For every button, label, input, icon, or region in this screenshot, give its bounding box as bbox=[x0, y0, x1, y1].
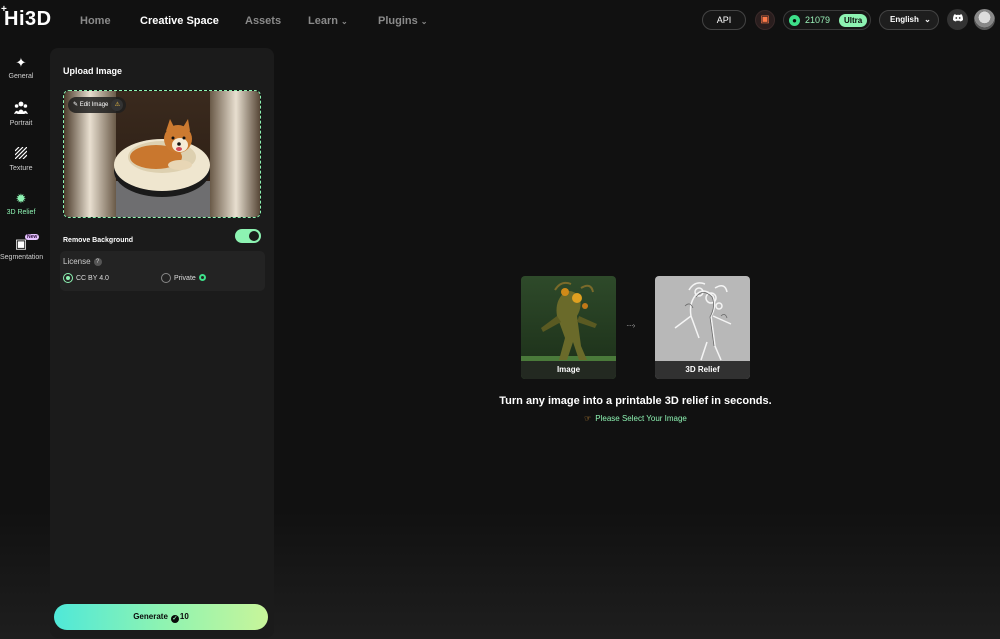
generate-button[interactable]: Generate ✓ 10 bbox=[54, 604, 268, 630]
relief-icon: ✹ bbox=[15, 191, 27, 206]
api-button[interactable]: API bbox=[702, 10, 746, 30]
chevron-down-icon: ⌄ bbox=[420, 17, 428, 26]
upload-dropzone[interactable]: ✎ Edit Image ⚠ bbox=[63, 90, 261, 218]
credit-coin-icon bbox=[198, 274, 206, 281]
nav-plugins[interactable]: Plugins ⌄ bbox=[378, 15, 427, 27]
credit-count: 21079 bbox=[805, 15, 831, 25]
select-image-hint[interactable]: ☞ Please Select Your Image bbox=[540, 414, 731, 423]
help-icon[interactable]: ? bbox=[93, 258, 102, 266]
hi3d-logo[interactable]: + Hi3D bbox=[1, 4, 52, 31]
example-image-card: Image bbox=[521, 276, 616, 379]
credit-coin-icon: ✓ bbox=[170, 615, 179, 623]
remove-background-toggle[interactable] bbox=[235, 229, 261, 243]
license-private[interactable]: Private bbox=[161, 273, 206, 284]
new-badge: New bbox=[25, 234, 40, 240]
sparkle-icon: ✦ bbox=[15, 55, 27, 70]
nav-learn[interactable]: Learn ⌄ bbox=[308, 15, 348, 27]
top-bar: + Hi3D Home Creative Space Assets Learn ⌄… bbox=[0, 0, 1000, 44]
plan-badge: Ultra bbox=[839, 14, 868, 27]
gift-icon[interactable]: ▣ bbox=[755, 10, 775, 30]
arrow-icon: ····› bbox=[626, 321, 635, 330]
chevron-down-icon: ⌄ bbox=[340, 17, 348, 26]
headline: Turn any image into a printable 3D relie… bbox=[499, 395, 772, 407]
rail-segmentation[interactable]: ▣ New Segmentation bbox=[0, 234, 43, 261]
relief-card-label: 3D Relief bbox=[655, 361, 750, 379]
logo-text: Hi3D bbox=[4, 8, 52, 30]
discord-icon[interactable] bbox=[947, 9, 968, 30]
remove-background-label: Remove Background bbox=[63, 237, 134, 244]
rail-3d-relief[interactable]: ✹ 3D Relief bbox=[0, 191, 42, 217]
rail-general[interactable]: ✦ General bbox=[0, 55, 42, 81]
chevron-down-icon: ⌄ bbox=[924, 15, 931, 24]
credit-coin-icon: ● bbox=[789, 15, 800, 26]
texture-icon bbox=[0, 146, 42, 162]
nav-home[interactable]: Home bbox=[80, 15, 111, 27]
license-title: License? bbox=[63, 257, 102, 266]
license-cc-by[interactable]: CC BY 4.0 bbox=[63, 273, 109, 284]
image-card-label: Image bbox=[521, 361, 616, 379]
radio-unchecked[interactable] bbox=[161, 273, 171, 283]
people-icon bbox=[0, 101, 42, 117]
language-label: English bbox=[890, 15, 919, 24]
nav-creative-space[interactable]: Creative Space bbox=[140, 15, 219, 27]
settings-panel: Upload Image ✎ Edit Image ⚠ Remove Backg… bbox=[50, 48, 274, 638]
remove-background-row: Remove Background bbox=[63, 229, 261, 244]
logo-plus: + bbox=[1, 4, 8, 15]
upload-title: Upload Image bbox=[63, 66, 123, 76]
pointing-hand-icon: ☞ bbox=[584, 414, 592, 423]
edit-image-button[interactable]: ✎ Edit Image ⚠ bbox=[68, 97, 127, 113]
avatar[interactable] bbox=[974, 9, 995, 30]
magic-tool-icon[interactable]: ⚠ bbox=[111, 99, 124, 111]
license-section: License? CC BY 4.0 Private bbox=[60, 251, 265, 291]
rail-texture[interactable]: Texture bbox=[0, 146, 42, 172]
nav-assets[interactable]: Assets bbox=[245, 15, 281, 27]
language-select[interactable]: English ⌄ bbox=[879, 10, 939, 30]
relief-result-card: 3D Relief bbox=[655, 276, 750, 379]
rail-portrait[interactable]: Portrait bbox=[0, 101, 42, 127]
radio-checked[interactable] bbox=[63, 273, 73, 283]
pencil-icon: ✎ bbox=[73, 102, 80, 108]
credits-pill[interactable]: ● 21079 Ultra bbox=[783, 10, 871, 30]
